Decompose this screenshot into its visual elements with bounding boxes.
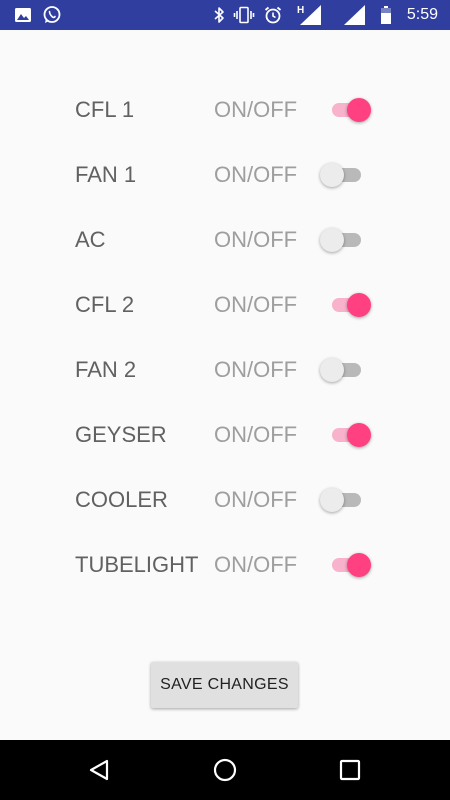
signal-r-label: R <box>346 6 352 15</box>
device-row-tubelight: TUBELIGHT ON/OFF <box>0 543 450 587</box>
toggle-switch-geyser[interactable] <box>320 417 376 453</box>
switch-thumb <box>347 423 371 447</box>
device-row-geyser: GEYSER ON/OFF <box>0 413 450 457</box>
back-icon[interactable] <box>69 740 129 800</box>
switch-label: ON/OFF <box>214 487 298 512</box>
device-label: FAN 1 <box>75 162 137 187</box>
device-row-cfl-1: CFL 1 ON/OFF <box>0 88 450 132</box>
device-label: AC <box>75 227 106 252</box>
device-label: GEYSER <box>75 422 167 447</box>
device-row-ac: AC ON/OFF <box>0 218 450 262</box>
battery-icon <box>378 0 394 30</box>
device-label: TUBELIGHT <box>75 552 199 577</box>
signal-h-label: H <box>297 5 304 16</box>
recents-icon[interactable] <box>320 740 380 800</box>
switch-label: ON/OFF <box>214 292 298 317</box>
switch-thumb <box>320 163 344 187</box>
whatsapp-icon <box>40 0 64 30</box>
navigation-bar <box>0 740 450 800</box>
switch-thumb <box>320 358 344 382</box>
switch-label: ON/OFF <box>214 97 298 122</box>
device-row-fan-2: FAN 2 ON/OFF <box>0 348 450 392</box>
device-row-cfl-2: CFL 2 ON/OFF <box>0 283 450 327</box>
toggle-switch-fan-2[interactable] <box>320 352 376 388</box>
device-row-cooler: COOLER ON/OFF <box>0 478 450 522</box>
alarm-icon <box>262 0 284 30</box>
switch-label: ON/OFF <box>214 227 298 252</box>
switch-label: ON/OFF <box>214 162 298 187</box>
switch-thumb <box>347 553 371 577</box>
toggle-switch-cooler[interactable] <box>320 482 376 518</box>
switch-label: ON/OFF <box>214 357 298 382</box>
switch-thumb <box>320 228 344 252</box>
toggle-switch-tubelight[interactable] <box>320 547 376 583</box>
status-bar: H R 5:59 <box>0 0 450 30</box>
switch-thumb <box>320 488 344 512</box>
signal-h-icon: H <box>296 0 322 30</box>
image-icon <box>12 0 34 30</box>
switch-thumb <box>347 293 371 317</box>
toggle-switch-fan-1[interactable] <box>320 157 376 193</box>
switch-label: ON/OFF <box>214 552 298 577</box>
toggle-switch-cfl-1[interactable] <box>320 92 376 128</box>
vibrate-icon <box>233 0 255 30</box>
device-row-fan-1: FAN 1 ON/OFF <box>0 153 450 197</box>
home-icon[interactable] <box>195 740 255 800</box>
device-label: CFL 2 <box>75 292 135 317</box>
save-changes-button[interactable]: SAVE CHANGES <box>151 662 298 708</box>
status-time: 5:59 <box>406 6 438 23</box>
device-label: CFL 1 <box>75 97 135 122</box>
signal-r-icon: R <box>340 0 366 30</box>
device-label: FAN 2 <box>75 357 137 382</box>
device-label: COOLER <box>75 487 168 512</box>
bluetooth-icon <box>210 0 228 30</box>
device-list: CFL 1 ON/OFF FAN 1 ON/OFF AC ON/OFF CFL … <box>0 30 450 740</box>
switch-label: ON/OFF <box>214 422 298 447</box>
toggle-switch-ac[interactable] <box>320 222 376 258</box>
switch-thumb <box>347 98 371 122</box>
toggle-switch-cfl-2[interactable] <box>320 287 376 323</box>
